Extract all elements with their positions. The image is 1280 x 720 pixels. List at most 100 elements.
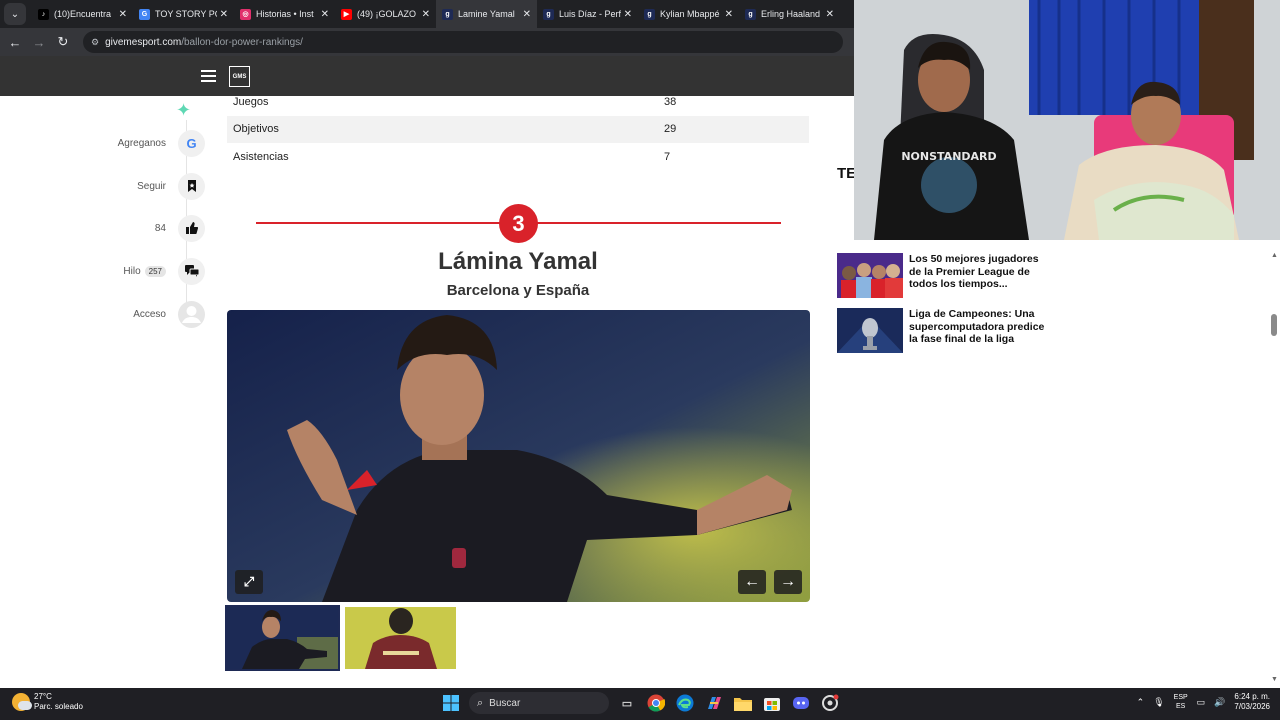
tab-title: (10)Encuentra [54, 9, 112, 19]
close-tab-icon[interactable]: ✕ [119, 9, 127, 20]
related-article-thumbnail[interactable] [837, 308, 903, 353]
table-row: Objetivos 29 [227, 115, 809, 143]
tray-overflow-chevron-icon[interactable]: ⌃ [1137, 697, 1145, 708]
close-tab-icon[interactable]: ✕ [220, 9, 228, 20]
lang-bottom: ES [1175, 703, 1186, 710]
tab-title: TOY STORY PO [155, 9, 217, 19]
forward-icon[interactable]: → [27, 30, 51, 54]
google-icon: G [139, 8, 150, 20]
browser-tab[interactable]: ♪ (10)Encuentra ✕ [32, 0, 133, 28]
browser-tab[interactable]: g Erling Haaland ✕ [739, 0, 840, 28]
related-article[interactable]: Los 50 mejores jugadores de la Premier L… [837, 253, 1057, 298]
close-tab-icon[interactable]: ✕ [624, 9, 632, 20]
shirt-print: NONSTANDARD [901, 150, 996, 163]
language-indicator[interactable]: ESP ES [1174, 693, 1188, 711]
hamburger-menu-icon[interactable] [201, 70, 216, 82]
stat-label: Juegos [233, 95, 269, 108]
close-tab-icon[interactable]: ✕ [826, 9, 834, 20]
rail-label: Seguir [137, 180, 166, 192]
browser-tab[interactable]: ◎ Historias • Inst ✕ [234, 0, 335, 28]
browser-tab[interactable]: g Kylian Mbappé ✕ [638, 0, 739, 28]
weather-partly-sunny-icon [12, 693, 32, 711]
chrome-icon[interactable] [645, 692, 667, 714]
browser-tab[interactable]: ▶ (49) ¡GOLAZO ✕ [335, 0, 436, 28]
related-article-title[interactable]: Liga de Campeones: Una supercomputadora … [909, 308, 1047, 353]
close-tab-icon[interactable]: ✕ [422, 9, 430, 20]
system-tray: ⌃ 🎙 ESP ES ▭ 🔊 6:24 p. m. 7/03/2026 [1137, 692, 1270, 712]
address-bar[interactable]: ⚙ givemesport.com/ballon-dor-power-ranki… [83, 31, 843, 53]
taskbar-search-box[interactable]: ⌕ Buscar [469, 692, 609, 714]
windows-taskbar: 27°C Parc. soleado ⌕ Buscar ▭ ⌃ 🎙 ESP ES… [0, 688, 1280, 720]
table-row: Asistencias 7 [227, 143, 809, 171]
copilot-icon[interactable] [703, 692, 725, 714]
recording-app-icon[interactable] [819, 692, 841, 714]
thread-count-badge: 257 [144, 265, 166, 277]
gallery-prev-button[interactable]: ← [738, 570, 766, 594]
player-stats-table: Juegos 38 Objetivos 29 Asistencias 7 [227, 88, 809, 171]
stat-value: 38 [664, 95, 677, 108]
clock-time: 6:24 p. m. [1234, 692, 1270, 701]
file-explorer-icon[interactable] [732, 692, 754, 714]
weather-widget[interactable]: 27°C Parc. soleado [12, 692, 83, 712]
gallery-thumbnail[interactable] [345, 607, 456, 669]
gms-favicon-icon: g [644, 8, 655, 20]
windows-start-icon[interactable] [440, 692, 462, 714]
rail-likes[interactable]: 84 [90, 213, 205, 243]
close-tab-icon[interactable]: ✕ [321, 9, 329, 20]
browser-toolbar: ← → ↻ ⚙ givemesport.com/ballon-dor-power… [0, 28, 854, 56]
rank-badge: 3 [499, 204, 538, 243]
back-icon[interactable]: ← [3, 30, 27, 54]
microsoft-store-icon[interactable] [761, 692, 783, 714]
player-club-subheading: Barcelona y España [446, 282, 590, 299]
rail-follow[interactable]: Seguir [90, 171, 205, 201]
clock[interactable]: 6:24 p. m. 7/03/2026 [1234, 692, 1270, 712]
gallery-thumbnail[interactable] [225, 605, 340, 671]
browser-tab[interactable]: G TOY STORY PO ✕ [133, 0, 234, 28]
rail-thread[interactable]: Hilo 257 [90, 256, 205, 286]
close-tab-icon[interactable]: ✕ [725, 9, 733, 20]
browser-tab[interactable]: g Lamine Yamal ✕ [436, 0, 537, 28]
tab-title: Lamine Yamal [458, 9, 515, 19]
tab-search-chevron-icon[interactable]: ⌄ [4, 3, 26, 25]
related-article-thumbnail[interactable] [837, 253, 903, 298]
discord-icon[interactable] [790, 692, 812, 714]
stat-label: Objetivos [233, 123, 279, 136]
site-info-icon[interactable]: ⚙ [91, 37, 99, 48]
rail-label: Agreganos [117, 137, 166, 149]
table-row: Juegos 38 [227, 88, 809, 116]
related-article-title[interactable]: Los 50 mejores jugadores de la Premier L… [909, 253, 1047, 298]
user-icon[interactable] [178, 300, 205, 328]
rail-label: Acceso [133, 308, 166, 320]
tiktok-icon: ♪ [38, 8, 49, 20]
page-scrollbar[interactable] [1271, 314, 1277, 336]
browser-tab[interactable]: g Luis Díaz - Perf ✕ [537, 0, 638, 28]
rail-login[interactable]: Acceso [90, 299, 205, 329]
temperature: 27°C [34, 692, 52, 701]
bookmark-icon[interactable] [178, 172, 205, 200]
rail-label: Hilo 257 [123, 265, 166, 277]
volume-icon[interactable]: 🔊 [1214, 697, 1225, 708]
edge-icon[interactable] [674, 692, 696, 714]
instagram-icon: ◎ [240, 8, 251, 20]
player-name-heading: Lámina Yamal [438, 248, 598, 275]
close-tab-icon[interactable]: ✕ [523, 9, 531, 20]
gallery-next-button[interactable]: → [774, 570, 802, 594]
thumbs-up-icon[interactable] [178, 214, 205, 242]
reload-icon[interactable]: ↻ [51, 30, 75, 54]
gms-favicon-icon: g [543, 8, 554, 20]
site-logo[interactable]: GMS [229, 66, 250, 87]
comments-icon[interactable] [178, 257, 205, 285]
scroll-down-arrow-icon[interactable]: ▼ [1271, 676, 1278, 683]
gms-favicon-icon: g [745, 8, 756, 20]
scroll-up-arrow-icon[interactable]: ▲ [1271, 252, 1278, 259]
network-icon[interactable]: ▭ [1197, 697, 1206, 708]
player-photo: ⤢ ← → [227, 310, 810, 602]
fullscreen-icon[interactable]: ⤢ [235, 570, 263, 594]
related-article[interactable]: Liga de Campeones: Una supercomputadora … [837, 308, 1057, 353]
tab-title: (49) ¡GOLAZO [357, 9, 417, 19]
rail-google-follow[interactable]: Agreganos G [90, 128, 205, 158]
microphone-icon[interactable]: 🎙 [1153, 697, 1164, 708]
task-view-icon[interactable]: ▭ [616, 692, 638, 714]
google-icon[interactable]: G [178, 129, 205, 157]
tab-title: Kylian Mbappé [660, 9, 720, 19]
